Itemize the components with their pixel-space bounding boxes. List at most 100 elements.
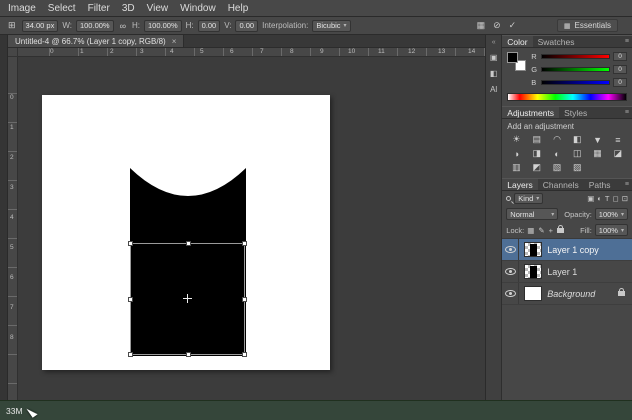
image-filter-icon[interactable]: ▣ xyxy=(587,194,594,203)
vibrance-icon[interactable]: ▼ xyxy=(588,133,606,146)
selective-color-icon[interactable]: ▧ xyxy=(548,161,566,174)
shape-filter-icon[interactable]: ◻ xyxy=(612,194,618,203)
reference-point-icon[interactable]: ⊞ xyxy=(6,20,18,31)
transform-handle[interactable] xyxy=(242,352,247,357)
transform-handle[interactable] xyxy=(242,241,247,246)
interpolation-dropdown[interactable]: Bicubic ▾ xyxy=(312,20,350,32)
skew-v-field[interactable]: 0.00 xyxy=(235,20,258,32)
smart-object-filter-icon[interactable]: ⊡ xyxy=(622,194,628,203)
foreground-color-swatch[interactable] xyxy=(507,52,518,63)
lock-label: Lock: xyxy=(506,226,524,235)
layer-row-background[interactable]: Background xyxy=(502,283,632,305)
red-slider[interactable] xyxy=(541,54,610,59)
commit-transform-icon[interactable]: ✓ xyxy=(507,20,519,31)
transform-width-field[interactable]: 100.00% xyxy=(76,20,114,32)
panel-menu-icon[interactable]: ≡ xyxy=(622,36,632,47)
transform-height-field[interactable]: 100.00% xyxy=(144,20,182,32)
transform-handle[interactable] xyxy=(242,297,247,302)
transform-handle[interactable] xyxy=(128,352,133,357)
document-tab[interactable]: Untitled-4 @ 66.7% (Layer 1 copy, RGB/8)… xyxy=(8,35,184,47)
fill-dropdown[interactable]: 100% ▾ xyxy=(595,224,628,236)
hue-saturation-icon[interactable]: ≡ xyxy=(609,133,627,146)
black-white-icon[interactable]: ◨ xyxy=(528,147,546,160)
adjustment-filter-icon[interactable]: ◐ xyxy=(597,194,602,203)
menu-window[interactable]: Window xyxy=(180,3,216,14)
kind-filter-dropdown[interactable]: Kind ▾ xyxy=(514,193,543,204)
tab-channels[interactable]: Channels xyxy=(538,179,584,190)
collapsed-panel-icon-2[interactable]: ◧ xyxy=(490,69,498,78)
menu-image[interactable]: Image xyxy=(8,3,36,14)
blue-value-field[interactable]: 0 xyxy=(613,78,627,87)
levels-icon[interactable]: ▤ xyxy=(528,133,546,146)
layer-name[interactable]: Background xyxy=(547,289,595,299)
layer-thumbnail[interactable] xyxy=(524,286,542,301)
curves-icon[interactable]: ◠ xyxy=(548,133,566,146)
menu-view[interactable]: View xyxy=(147,3,169,14)
layer-name[interactable]: Layer 1 xyxy=(547,267,577,277)
layer-thumbnail[interactable] xyxy=(524,242,542,257)
tab-color[interactable]: Color xyxy=(502,36,532,47)
lock-transparent-pixels-icon[interactable]: ▦ xyxy=(527,226,534,235)
tab-swatches[interactable]: Swatches xyxy=(533,36,580,47)
warp-mode-icon[interactable]: ▦ xyxy=(475,20,488,31)
menu-help[interactable]: Help xyxy=(228,3,249,14)
color-balance-icon[interactable]: ◑ xyxy=(507,147,525,160)
transform-handle[interactable] xyxy=(128,297,133,302)
green-value-field[interactable]: 0 xyxy=(613,65,627,74)
exposure-icon[interactable]: ◧ xyxy=(568,133,586,146)
link-dimensions-icon[interactable]: ∞ xyxy=(118,21,128,31)
close-icon[interactable]: × xyxy=(172,37,177,46)
invert-icon[interactable]: ◪ xyxy=(609,147,627,160)
blue-slider[interactable] xyxy=(541,80,610,85)
type-filter-icon[interactable]: T xyxy=(605,194,610,203)
transform-handle[interactable] xyxy=(186,352,191,357)
panel-menu-icon[interactable]: ≡ xyxy=(622,107,632,118)
color-spectrum-ramp[interactable] xyxy=(507,93,627,101)
tab-layers[interactable]: Layers xyxy=(502,179,538,190)
threshold-icon[interactable]: ◩ xyxy=(528,161,546,174)
workspace-switcher[interactable]: ▦ Essentials xyxy=(557,19,618,32)
red-value-field[interactable]: 0 xyxy=(613,52,627,61)
menu-3d[interactable]: 3D xyxy=(122,3,135,14)
layer-name[interactable]: Layer 1 copy xyxy=(547,245,599,255)
horizontal-ruler[interactable]: 0 1 2 3 4 5 6 7 8 9 10 11 12 13 14 xyxy=(18,48,485,57)
tab-styles[interactable]: Styles xyxy=(559,107,592,118)
visibility-toggle[interactable] xyxy=(502,239,519,260)
channel-mixer-icon[interactable]: ◫ xyxy=(568,147,586,160)
gradient-map-icon[interactable]: ▨ xyxy=(568,161,586,174)
layer-thumbnail[interactable] xyxy=(524,264,542,279)
menu-filter[interactable]: Filter xyxy=(88,3,110,14)
visibility-toggle[interactable] xyxy=(502,261,519,282)
transform-handle[interactable] xyxy=(128,241,133,246)
color-lookup-icon[interactable]: ▦ xyxy=(588,147,606,160)
foreground-background-swatches[interactable] xyxy=(507,52,526,71)
tab-adjustments[interactable]: Adjustments xyxy=(502,107,559,118)
lock-image-pixels-icon[interactable]: ✎ xyxy=(538,226,544,235)
layer-row-layer-1[interactable]: Layer 1 xyxy=(502,261,632,283)
transform-center-point[interactable] xyxy=(183,294,192,303)
collapse-panels-icon[interactable]: « xyxy=(492,39,496,46)
lock-all-icon[interactable] xyxy=(557,228,564,233)
transform-x-field[interactable]: 34.00 px xyxy=(22,20,59,32)
collapsed-panel-label[interactable]: Al xyxy=(490,85,497,94)
free-transform-box[interactable] xyxy=(130,243,245,355)
panel-menu-icon[interactable]: ≡ xyxy=(622,179,632,190)
photo-filter-icon[interactable]: ◐ xyxy=(548,147,566,160)
layer-row-layer-1-copy[interactable]: Layer 1 copy xyxy=(502,239,632,261)
blend-mode-dropdown[interactable]: Normal ▾ xyxy=(506,208,558,220)
vertical-ruler[interactable]: 0 1 2 3 4 5 6 7 8 xyxy=(8,57,18,400)
posterize-icon[interactable]: ▥ xyxy=(507,161,525,174)
canvas[interactable] xyxy=(42,95,330,370)
skew-h-field[interactable]: 0.00 xyxy=(198,20,221,32)
tab-paths[interactable]: Paths xyxy=(584,179,616,190)
blue-channel-label: B xyxy=(531,78,538,87)
collapsed-panel-icon-1[interactable]: ▣ xyxy=(490,53,498,62)
menu-select[interactable]: Select xyxy=(48,3,76,14)
transform-handle[interactable] xyxy=(186,241,191,246)
brightness-contrast-icon[interactable]: ☀ xyxy=(507,133,525,146)
green-slider[interactable] xyxy=(541,67,610,72)
opacity-dropdown[interactable]: 100% ▾ xyxy=(595,208,628,220)
lock-position-icon[interactable]: + xyxy=(549,226,553,235)
cancel-transform-icon[interactable]: ⊘ xyxy=(491,20,503,31)
visibility-toggle[interactable] xyxy=(502,283,519,304)
